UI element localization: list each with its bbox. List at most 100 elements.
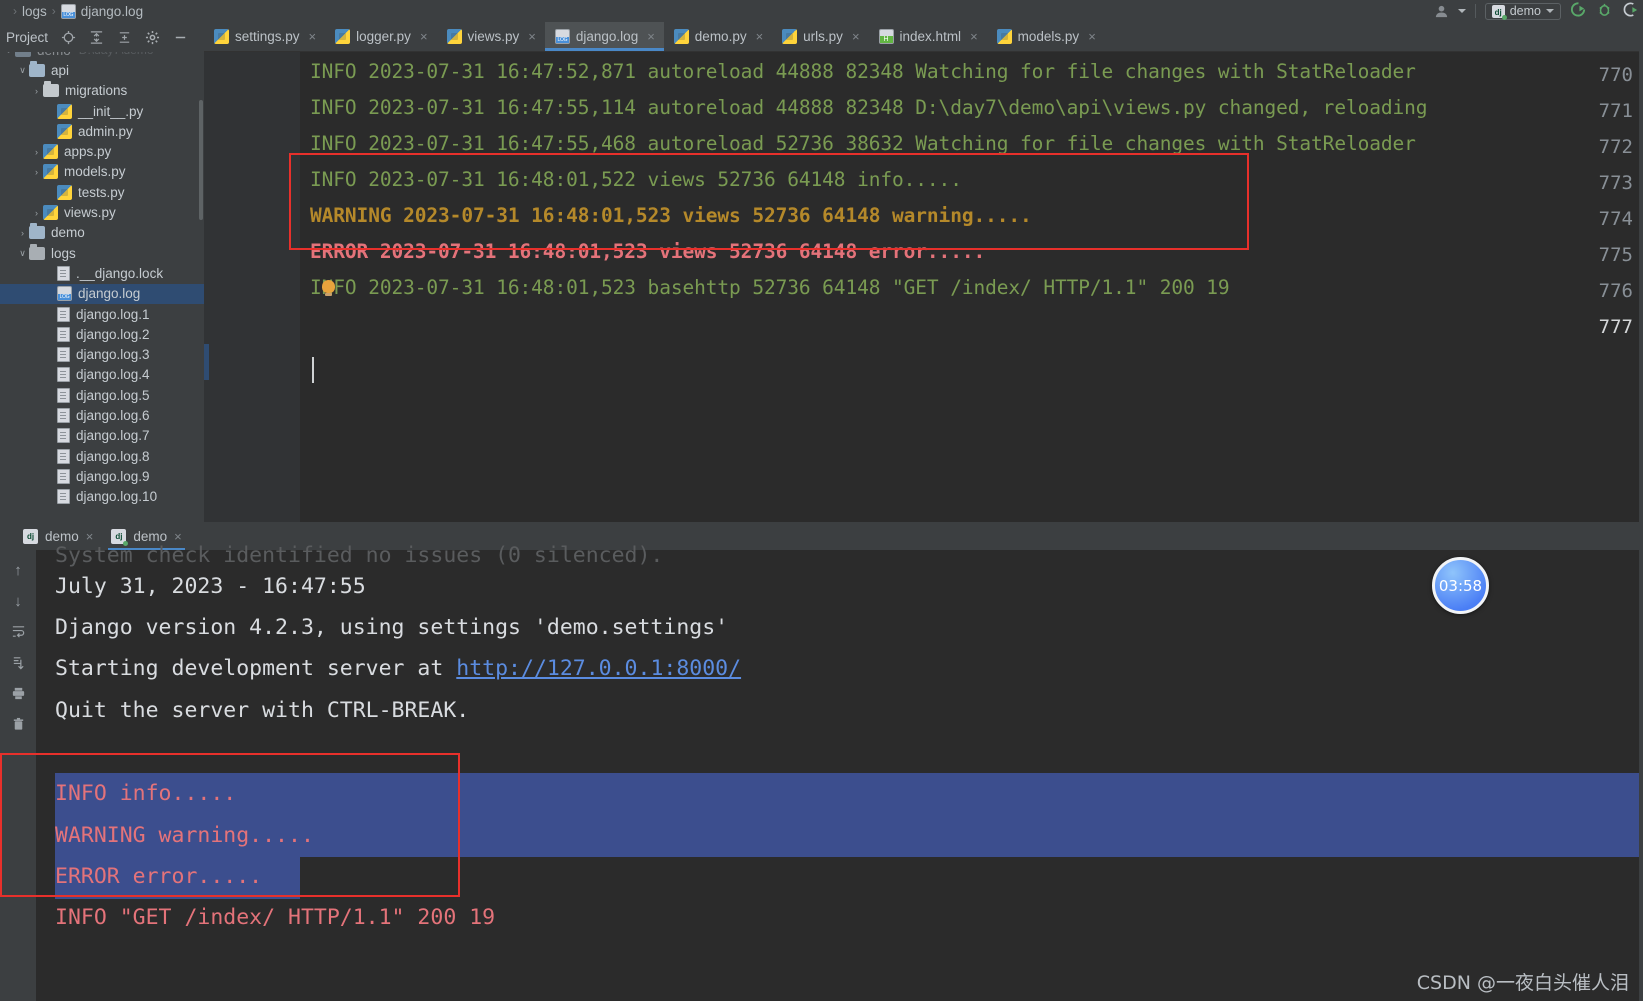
python-icon [57,123,72,139]
tree-item-api[interactable]: ∨ api [0,60,204,80]
file-icon [57,367,70,383]
editor-tab-logger-py[interactable]: logger.py × [325,22,436,51]
minimize-icon[interactable] [173,30,188,45]
tree-item-django-log-4[interactable]: django.log.4 [0,365,204,385]
log-line: INFO 2023-07-31 16:47:52,871 autoreload … [310,60,1416,83]
editor-gutter[interactable] [204,52,300,522]
chevron-right-icon[interactable]: › [30,147,43,157]
tree-item-django-log-10[interactable]: django.log.10 [0,487,204,507]
editor-tab-models-py[interactable]: models.py × [987,22,1105,51]
editor-tab-label: urls.py [803,28,843,44]
close-icon[interactable]: × [528,29,536,44]
chevron-down-icon[interactable] [1546,9,1554,13]
tree-item-label: tests.py [78,184,125,200]
expand-icon[interactable] [117,30,132,45]
trash-icon[interactable] [10,717,27,734]
print-icon[interactable] [10,686,27,703]
run-button[interactable] [1570,1,1587,21]
tree-item-django-log-2[interactable]: django.log.2 [0,324,204,344]
chevron-down-icon[interactable]: ∨ [16,248,29,259]
tree-item-logs[interactable]: ∨ logs [0,243,204,263]
project-tree-scrollbar[interactable] [199,100,203,220]
settings-icon[interactable] [145,30,160,45]
tree-item-label: demo [51,225,85,241]
tree-item--django-lock[interactable]: .__django.lock [0,263,204,283]
chevron-right-icon[interactable]: › [16,228,29,238]
tree-item-label: apps.py [64,144,112,160]
run-with-coverage-button[interactable] [1622,1,1639,21]
log-file-editor[interactable]: 770 771 772 773 774 775 776 777 INFO 2023-07-31… [204,52,1643,522]
scroll-to-end-icon[interactable] [10,655,27,672]
chevron-right-icon[interactable]: › [30,86,43,96]
chevron-down-icon[interactable] [1457,9,1466,13]
close-icon[interactable]: × [756,29,764,44]
chevron-right-icon[interactable]: › [30,208,43,218]
console-line-text: Quit the server with CTRL-BREAK. [55,698,470,723]
tree-item-django-log-9[interactable]: django.log.9 [0,466,204,486]
tree-item-migrations[interactable]: › migrations [0,81,204,101]
log-icon [554,28,570,44]
chevron-down-icon[interactable]: ∨ [2,52,15,56]
chevron-right-icon[interactable]: › [30,167,43,177]
tree-item-django-log-1[interactable]: django.log.1 [0,304,204,324]
tree-item-label: demo [37,52,71,58]
project-tree[interactable]: ∨ demo D:\day7\demo ∨ api › migrations __init__… [0,52,204,522]
debug-button[interactable] [1596,1,1613,21]
server-url-link[interactable]: http://127.0.0.1:8000/ [456,656,741,681]
intention-bulb-icon[interactable] [322,280,335,296]
timer-badge[interactable]: 03:58 [1432,557,1489,614]
up-arrow-icon[interactable]: ↑ [10,562,27,579]
editor-tab-index-html[interactable]: index.html × [869,22,987,51]
tree-item-views-py[interactable]: › views.py [0,202,204,222]
console-annotation-box [0,753,460,897]
close-icon[interactable]: × [309,29,317,44]
close-icon[interactable]: × [86,529,94,544]
project-panel-title[interactable]: Project [6,30,48,45]
tree-item-demo[interactable]: › demo [0,223,204,243]
editor-tab-django-log[interactable]: django.log × [544,22,664,51]
tree-item-demo[interactable]: ∨ demo D:\day7\demo [0,52,204,60]
tree-item-label: views.py [64,205,116,221]
chevron-down-icon[interactable]: ∨ [16,65,29,76]
editor-tab-urls-py[interactable]: urls.py × [772,22,868,51]
close-icon[interactable]: × [174,529,182,544]
breadcrumb-folder[interactable]: logs [22,4,47,19]
close-icon[interactable]: × [420,29,428,44]
run-configuration-label: demo [1509,4,1541,18]
editor-tab-settings-py[interactable]: settings.py × [204,22,325,51]
editor-code-area[interactable]: INFO 2023-07-31 16:47:52,871 autoreload … [300,52,1643,522]
editor-tab-demo-py[interactable]: demo.py × [664,22,772,51]
tree-item-tests-py[interactable]: tests.py [0,182,204,202]
tree-item-django-log-6[interactable]: django.log.6 [0,405,204,425]
close-icon[interactable]: × [852,29,860,44]
tree-item-admin-py[interactable]: admin.py [0,121,204,141]
run-configuration-selector[interactable]: demo [1484,2,1561,20]
tree-item-apps-py[interactable]: › apps.py [0,141,204,161]
tree-item-django-log-7[interactable]: django.log.7 [0,426,204,446]
target-icon[interactable] [61,30,76,45]
tree-item-django-log[interactable]: django.log [0,283,204,304]
down-arrow-icon[interactable]: ↓ [10,593,27,610]
html-icon [878,28,894,44]
tree-item-django-log-8[interactable]: django.log.8 [0,446,204,466]
toolbar-right: demo [1434,0,1639,22]
console-line: System check identified no issues (0 sil… [55,543,663,568]
python-icon [214,28,229,44]
close-icon[interactable]: × [647,29,655,44]
soft-wrap-icon[interactable] [10,624,27,641]
breadcrumb-file[interactable]: django.log [81,4,143,19]
close-icon[interactable]: × [970,29,978,44]
user-icon[interactable] [1434,4,1449,19]
editor-tab-label: logger.py [356,28,411,44]
tree-item-django-log-5[interactable]: django.log.5 [0,385,204,405]
tree-item-django-log-3[interactable]: django.log.3 [0,344,204,364]
editor-tab-label: models.py [1017,28,1080,44]
console-tab-label: demo [133,528,168,544]
close-icon[interactable]: × [1088,29,1096,44]
editor-tab-views-py[interactable]: views.py × [437,22,545,51]
collapse-icon[interactable] [89,30,104,45]
tree-item--init-py[interactable]: __init__.py [0,101,204,121]
breadcrumb-sep: › [51,4,56,18]
django-icon [111,528,129,546]
tree-item-models-py[interactable]: › models.py [0,162,204,182]
